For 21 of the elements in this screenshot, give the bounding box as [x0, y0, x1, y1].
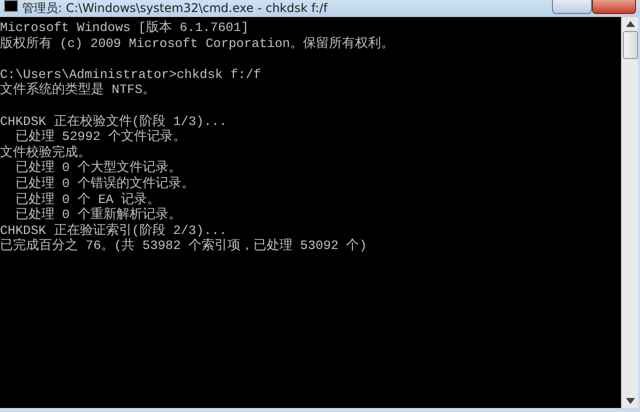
window-title: 管理员: C:\Windows\system32\cmd.exe - chkdsk f:/f	[22, 0, 328, 16]
scrollbar-thumb[interactable]	[622, 31, 638, 59]
close-button[interactable]	[592, 0, 636, 14]
console-line: 文件系统的类型是 NTFS。	[0, 82, 156, 98]
console-line: 文件校验完成。	[0, 144, 91, 160]
console-line: CHKDSK 正在校验文件(阶段 1/3)...	[0, 114, 227, 129]
console-line: 已处理 0 个错误的文件记录。	[14, 176, 194, 191]
console-line: 已处理 0 个 EA 记录。	[14, 192, 160, 207]
scroll-down-icon[interactable]	[626, 398, 634, 404]
console-line: 版权所有 (c) 2009 Microsoft Corporation。保留所有权利。	[0, 36, 394, 51]
console-line: C:\Users\Administrator>chkdsk f:/f	[0, 66, 262, 82]
console-line: 已处理 0 个重新解析记录。	[14, 207, 182, 222]
cmd-icon	[4, 0, 18, 12]
console-line: 已处理 0 个大型文件记录。	[14, 160, 182, 176]
scrollbar[interactable]	[621, 17, 638, 408]
console-line: CHKDSK 正在验证索引(阶段 2/3)...	[0, 222, 227, 238]
console-line: Microsoft Windows [版本 6.1.7601]	[0, 20, 249, 35]
console-line: 已处理 52992 个文件记录。	[14, 129, 186, 144]
maximize-button[interactable]	[552, 0, 592, 14]
scroll-up-icon[interactable]	[626, 21, 634, 27]
console-line: 已完成百分之 76。(共 53982 个索引项，已处理 53092 个)	[0, 238, 367, 254]
